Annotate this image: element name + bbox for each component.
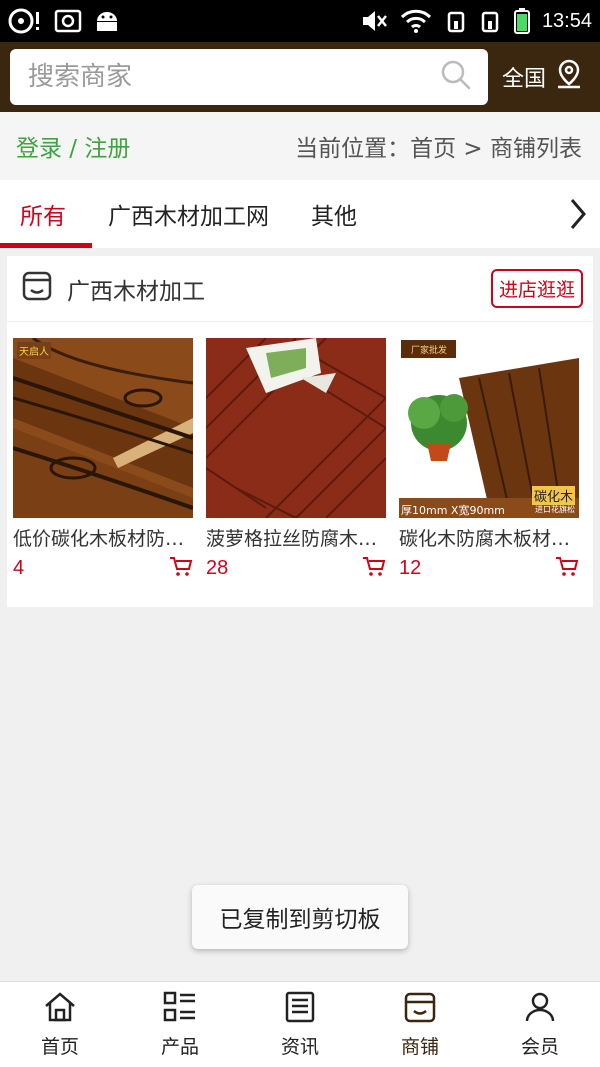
chevron-right-icon[interactable] <box>566 194 590 238</box>
home-icon <box>43 991 77 1028</box>
app-header: 全国 <box>0 42 600 112</box>
product-name: 菠萝格拉丝防腐木地板 <box>206 528 386 550</box>
tab-all[interactable]: 所有 <box>0 180 92 248</box>
user-icon <box>523 991 557 1028</box>
screenshot-icon <box>54 9 82 33</box>
nav-products[interactable]: 产品 <box>120 982 240 1067</box>
store-card: 广西木材加工 进店逛逛 天启人 低价碳化木板材防腐木 4 菠萝格拉丝防腐木地板 … <box>7 256 593 607</box>
tab-guangxi-wood[interactable]: 广西木材加工网 <box>86 180 289 248</box>
store-icon <box>403 991 437 1028</box>
breadcrumb-bar: 登录 / 注册 当前位置：首页 > 商铺列表 <box>0 112 600 180</box>
nav-news-label: 资讯 <box>280 1035 319 1058</box>
nav-home-label: 首页 <box>40 1035 79 1058</box>
category-tabs: 所有 广西木材加工网 其他 <box>0 180 600 248</box>
bottom-nav: 首页 产品 资讯 商铺 会员 <box>0 981 600 1067</box>
nav-home[interactable]: 首页 <box>0 982 120 1067</box>
breadcrumb: 当前位置：首页 > 商铺列表 <box>295 136 582 162</box>
product-count: 4 <box>13 556 25 579</box>
status-bar: 13:54 <box>0 0 600 42</box>
region-selector[interactable]: 全国 <box>488 58 590 96</box>
store-name: 广西木材加工 <box>67 278 205 305</box>
product-image[interactable]: 厂家批发 碳化木 进口花旗松 厚10mm X宽90mm <box>399 338 579 518</box>
store-header: 广西木材加工 进店逛逛 <box>7 256 593 322</box>
clock: 13:54 <box>541 9 592 32</box>
product-image-corner-badge: 碳化木 <box>531 486 575 505</box>
wifi-icon <box>400 9 434 33</box>
nav-stores-label: 商铺 <box>400 1035 439 1058</box>
signal-icon <box>446 9 468 33</box>
product-list: 天启人 低价碳化木板材防腐木 4 菠萝格拉丝防腐木地板 28 厂家批发 碳化木 … <box>7 322 593 607</box>
store-icon <box>21 270 53 308</box>
product-image[interactable] <box>206 338 386 518</box>
nav-products-label: 产品 <box>160 1035 199 1058</box>
nav-stores[interactable]: 商铺 <box>360 982 480 1067</box>
product-image-spec: 厚10mm X宽90mm <box>401 504 505 517</box>
disc-icon <box>8 8 42 34</box>
region-label: 全国 <box>501 67 546 92</box>
product-image-badge: 天启人 <box>17 342 51 359</box>
mute-icon <box>360 9 388 33</box>
location-pin-icon <box>554 58 584 96</box>
product-card[interactable]: 厂家批发 碳化木 进口花旗松 厚10mm X宽90mm 碳化木防腐木板材地板 1… <box>399 338 579 607</box>
battery-icon <box>513 8 530 34</box>
nav-member[interactable]: 会员 <box>480 982 600 1067</box>
product-name: 低价碳化木板材防腐木 <box>13 528 193 550</box>
product-name: 碳化木防腐木板材地板 <box>399 528 579 550</box>
search-box[interactable] <box>10 49 488 105</box>
product-image-corner-sub: 进口花旗松 <box>535 505 575 514</box>
nav-member-label: 会员 <box>520 1035 559 1058</box>
product-card[interactable]: 菠萝格拉丝防腐木地板 28 <box>206 338 386 607</box>
signal-2-icon <box>480 9 502 33</box>
product-count: 28 <box>206 556 229 579</box>
product-image[interactable]: 天启人 <box>13 338 193 518</box>
login-register-link[interactable]: 登录 / 注册 <box>16 129 130 163</box>
list-icon <box>163 991 197 1028</box>
search-input[interactable] <box>28 62 408 92</box>
cart-icon[interactable] <box>169 555 193 581</box>
visit-store-button[interactable]: 进店逛逛 <box>490 269 583 308</box>
product-card[interactable]: 天启人 低价碳化木板材防腐木 4 <box>13 338 193 607</box>
product-image-top-badge: 厂家批发 <box>411 346 448 356</box>
toast-message: 已复制到剪切板 <box>192 885 408 949</box>
news-icon <box>283 991 317 1028</box>
tab-other[interactable]: 其他 <box>289 180 377 248</box>
product-count: 12 <box>399 556 422 579</box>
nav-news[interactable]: 资讯 <box>240 982 360 1067</box>
search-icon[interactable] <box>440 59 472 95</box>
cart-icon[interactable] <box>555 555 579 581</box>
android-icon <box>94 9 120 33</box>
cart-icon[interactable] <box>362 555 386 581</box>
